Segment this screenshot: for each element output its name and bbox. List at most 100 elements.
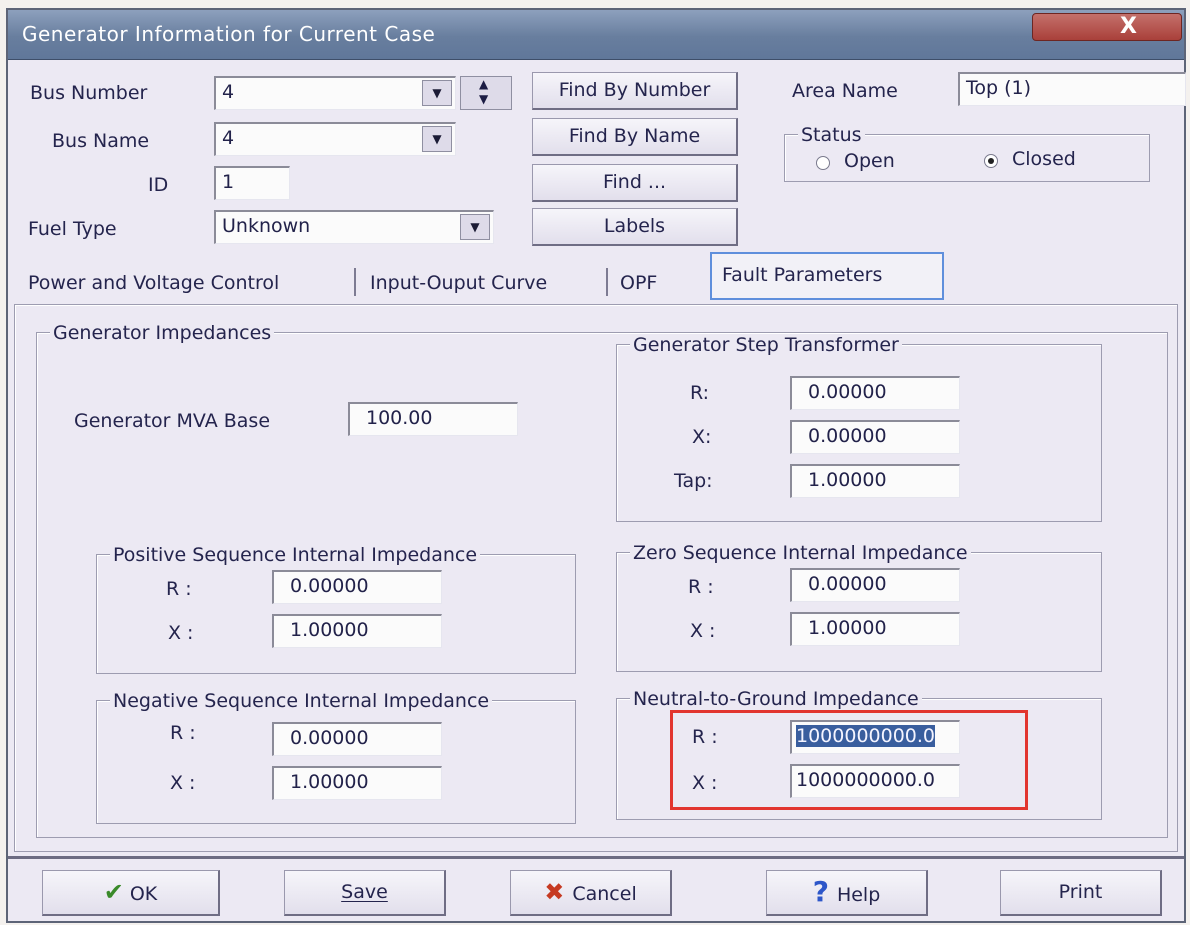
tab-opf[interactable]: OPF <box>620 272 657 294</box>
area-name-label: Area Name <box>792 80 898 102</box>
print-label: Print <box>1058 881 1103 903</box>
neutral-r-value: 1000000000.0 <box>796 725 936 747</box>
fuel-type-combo[interactable]: Unknown <box>214 210 494 244</box>
step-tap-field[interactable]: 1.00000 <box>790 464 960 498</box>
step-x-value: 0.00000 <box>808 425 887 447</box>
id-field[interactable]: 1 <box>214 166 290 200</box>
negative-sequence-group <box>96 700 576 824</box>
fuel-type-label: Fuel Type <box>28 218 117 240</box>
help-label: Help <box>836 884 881 906</box>
chevron-down-icon: ▼ <box>432 132 442 146</box>
status-closed-label[interactable]: Closed <box>1012 148 1076 170</box>
tab-fault-parameters-label: Fault Parameters <box>722 264 883 286</box>
neutral-x-field[interactable]: 1000000000.0 <box>790 764 960 798</box>
chevron-down-icon: ▼ <box>470 220 480 234</box>
zero-x-field[interactable]: 1.00000 <box>790 612 960 646</box>
labels-button[interactable]: Labels <box>532 208 738 246</box>
negative-r-label: R : <box>170 722 196 744</box>
close-icon: X <box>1120 14 1137 39</box>
save-button[interactable]: Save <box>284 870 446 916</box>
help-button[interactable]: ? Help <box>766 870 928 916</box>
tab-input-output-curve[interactable]: Input-Ouput Curve <box>370 272 547 294</box>
find-by-number-button[interactable]: Find By Number <box>532 72 738 110</box>
cancel-label: Cancel <box>572 883 637 905</box>
save-label: Save <box>341 881 388 903</box>
tab-fault-parameters[interactable]: Fault Parameters <box>710 252 944 300</box>
print-button[interactable]: Print <box>1000 870 1162 916</box>
step-x-field[interactable]: 0.00000 <box>790 420 960 454</box>
bus-number-value: 4 <box>222 81 235 103</box>
positive-x-value: 1.00000 <box>290 619 369 641</box>
window-title: Generator Information for Current Case <box>22 22 436 46</box>
generator-dialog: Generator Information for Current Case X… <box>6 8 1186 923</box>
negative-r-field[interactable]: 0.00000 <box>272 722 442 756</box>
step-r-value: 0.00000 <box>808 381 887 403</box>
zero-sequence-title: Zero Sequence Internal Impedance <box>630 542 971 564</box>
x-icon: ✖ <box>544 878 565 906</box>
step-x-label: X: <box>692 426 712 448</box>
negative-x-field[interactable]: 1.00000 <box>272 766 442 800</box>
positive-sequence-title: Positive Sequence Internal Impedance <box>110 544 481 566</box>
bus-number-combo[interactable]: 4 <box>214 76 456 110</box>
negative-sequence-title: Negative Sequence Internal Impedance <box>110 690 493 712</box>
status-open-radio[interactable] <box>816 156 830 170</box>
positive-x-field[interactable]: 1.00000 <box>272 614 442 648</box>
step-tap-label: Tap: <box>674 470 713 492</box>
negative-x-label: X : <box>170 772 196 794</box>
tab-power-voltage-control[interactable]: Power and Voltage Control <box>28 272 279 294</box>
area-name-field[interactable]: Top (1) <box>958 72 1186 106</box>
bus-number-spinner[interactable]: ▲ ▼ <box>460 76 512 110</box>
ok-button[interactable]: ✔ OK <box>42 870 220 916</box>
mva-base-field[interactable]: 100.00 <box>348 402 518 436</box>
area-name-value: Top (1) <box>966 77 1032 99</box>
status-closed-radio[interactable] <box>984 154 998 168</box>
negative-x-value: 1.00000 <box>290 771 369 793</box>
bus-name-value: 4 <box>222 127 235 149</box>
tab-separator <box>354 268 356 296</box>
neutral-x-value: 1000000000.0 <box>796 769 936 791</box>
zero-r-value: 0.00000 <box>808 573 887 595</box>
neutral-r-label: R : <box>692 726 718 748</box>
spin-down-icon[interactable]: ▼ <box>479 92 488 106</box>
bus-number-label: Bus Number <box>30 82 148 104</box>
negative-r-value: 0.00000 <box>290 727 369 749</box>
tab-separator <box>606 268 608 296</box>
id-value: 1 <box>222 171 235 193</box>
bus-number-dropdown-button[interactable]: ▼ <box>422 80 452 106</box>
chevron-down-icon: ▼ <box>432 86 442 100</box>
zero-r-field[interactable]: 0.00000 <box>790 568 960 602</box>
find-button[interactable]: Find ... <box>532 164 738 202</box>
status-open-label[interactable]: Open <box>844 150 895 172</box>
close-button[interactable]: X <box>1032 13 1182 41</box>
fuel-type-value: Unknown <box>222 215 311 237</box>
ok-label: OK <box>129 883 158 905</box>
positive-x-label: X : <box>168 622 194 644</box>
neutral-r-field[interactable]: 1000000000.0 <box>790 720 960 754</box>
positive-r-field[interactable]: 0.00000 <box>272 570 442 604</box>
zero-r-label: R : <box>688 576 714 598</box>
title-bar: Generator Information for Current Case X <box>8 10 1184 60</box>
step-r-field[interactable]: 0.00000 <box>790 376 960 410</box>
bus-name-label: Bus Name <box>52 130 150 152</box>
spin-up-icon[interactable]: ▲ <box>479 77 488 91</box>
find-by-name-button[interactable]: Find By Name <box>532 118 738 156</box>
cancel-button[interactable]: ✖ Cancel <box>510 870 672 916</box>
mva-base-label: Generator MVA Base <box>74 410 271 432</box>
neutral-x-label: X : <box>692 772 718 794</box>
check-icon: ✔ <box>103 878 124 906</box>
generator-impedances-title: Generator Impedances <box>50 322 275 344</box>
step-transformer-title: Generator Step Transformer <box>630 334 902 356</box>
neutral-ground-title: Neutral-to-Ground Impedance <box>630 688 922 710</box>
step-r-label: R: <box>690 382 710 404</box>
bus-name-combo[interactable]: 4 <box>214 122 456 156</box>
mva-base-value: 100.00 <box>366 407 433 429</box>
status-title: Status <box>798 124 865 146</box>
footer-divider <box>8 856 1184 859</box>
positive-r-value: 0.00000 <box>290 575 369 597</box>
question-icon: ? <box>812 875 829 908</box>
bus-name-dropdown-button[interactable]: ▼ <box>422 126 452 152</box>
positive-r-label: R : <box>166 578 192 600</box>
zero-x-label: X : <box>690 620 716 642</box>
step-tap-value: 1.00000 <box>808 469 887 491</box>
fuel-type-dropdown-button[interactable]: ▼ <box>460 214 490 240</box>
